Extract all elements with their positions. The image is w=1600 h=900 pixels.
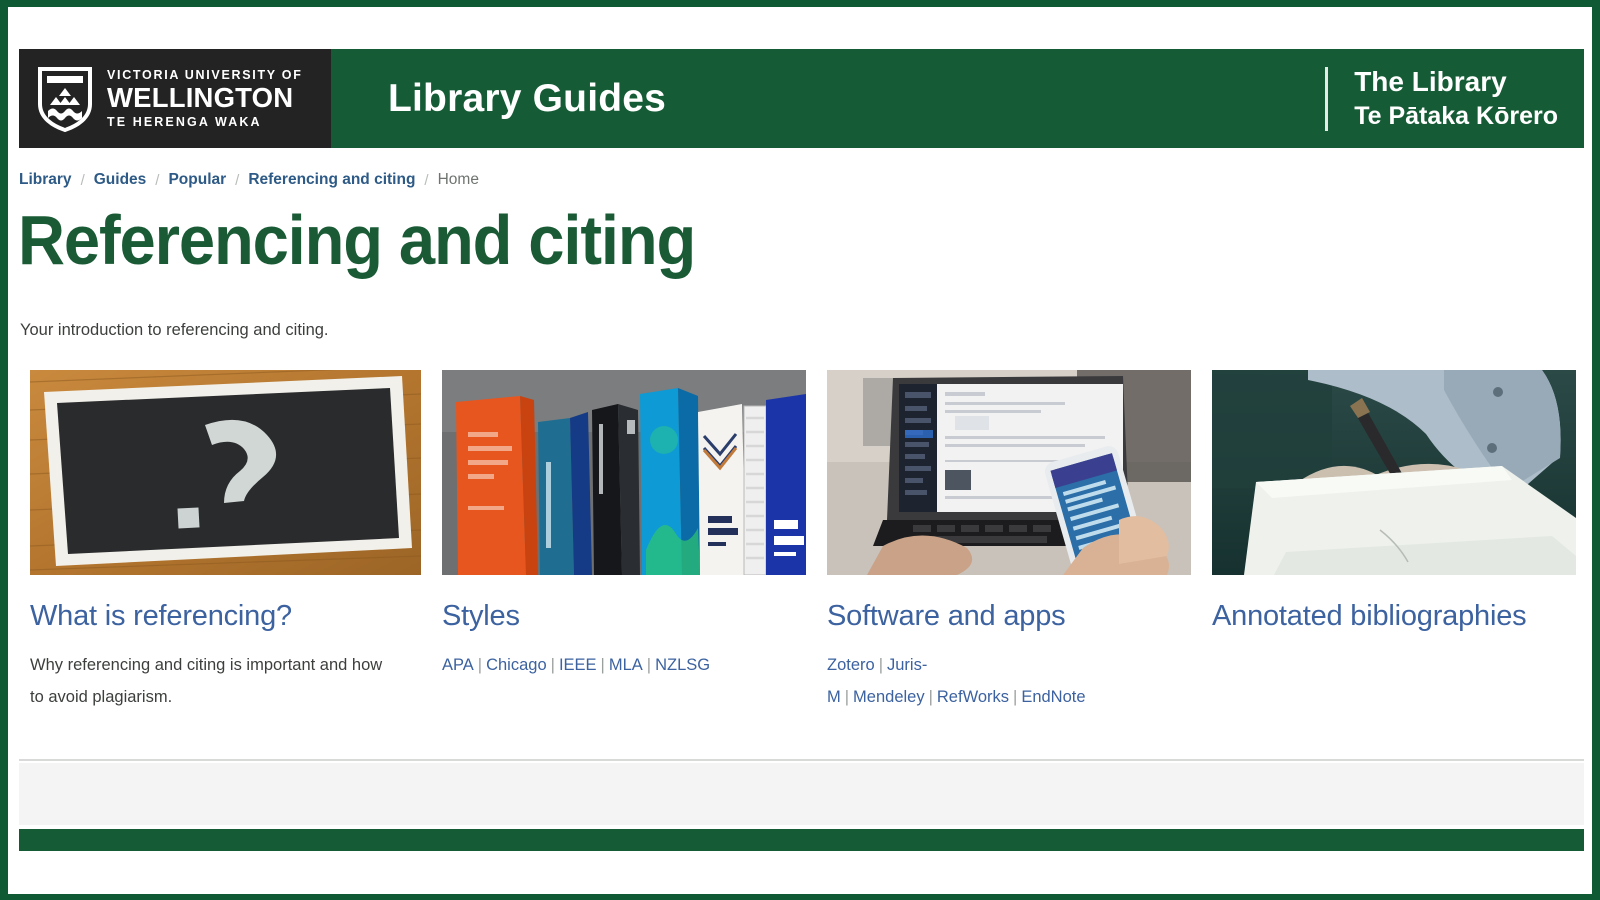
breadcrumb-item-referencing-and-citing[interactable]: Referencing and citing <box>248 171 415 189</box>
image-artwork <box>442 370 806 575</box>
library-name-mi: Te Pātaka Kōrero <box>1354 102 1558 131</box>
card-title-link[interactable]: Styles <box>442 600 806 633</box>
link-separator: | <box>878 656 883 675</box>
card-title-link[interactable]: Annotated bibliographies <box>1212 600 1576 633</box>
software-link-refworks[interactable]: RefWorks <box>937 688 1009 706</box>
link-separator: | <box>844 687 850 706</box>
link-separator: | <box>550 656 555 675</box>
card-title-link[interactable]: Software and apps <box>827 600 1191 633</box>
breadcrumb-separator: / <box>80 171 85 189</box>
style-link-apa[interactable]: APA <box>442 656 474 674</box>
header-bar: VICTORIA UNIVERSITY OF WELLINGTON TE HER… <box>19 49 1584 148</box>
guide-card-grid: What is referencing? Why referencing and… <box>30 370 1576 713</box>
breadcrumb: Library / Guides / Popular / Referencing… <box>19 171 479 189</box>
footer-panel <box>19 763 1584 825</box>
footer-divider <box>19 759 1584 761</box>
breadcrumb-item-library[interactable]: Library <box>19 171 72 189</box>
software-link-mendeley[interactable]: Mendeley <box>853 688 925 706</box>
guide-card: Annotated bibliographies <box>1212 370 1576 713</box>
breadcrumb-item-home: Home <box>437 171 479 188</box>
image-artwork <box>827 370 1191 575</box>
logo-line-2: WELLINGTON <box>107 82 294 114</box>
link-separator: | <box>477 656 483 675</box>
header-divider <box>1325 66 1329 131</box>
logo-line-1: VICTORIA UNIVERSITY OF <box>107 67 303 82</box>
breadcrumb-separator: / <box>235 171 240 189</box>
card-title-link[interactable]: What is referencing? <box>30 600 421 633</box>
style-link-chicago[interactable]: Chicago <box>486 656 547 674</box>
image-artwork <box>1212 370 1576 575</box>
breadcrumb-item-guides[interactable]: Guides <box>94 171 147 189</box>
logo-wordmark: VICTORIA UNIVERSITY OF WELLINGTON TE HER… <box>107 69 303 129</box>
guide-card: Software and apps Zotero | Juris-M | Mendele… <box>827 370 1191 713</box>
site-title: Library Guides <box>388 76 667 120</box>
library-name-en: The Library <box>1354 66 1507 98</box>
university-logo[interactable]: VICTORIA UNIVERSITY OF WELLINGTON TE HER… <box>19 49 331 148</box>
site-header: VICTORIA UNIVERSITY OF WELLINGTON TE HER… <box>19 49 1584 148</box>
breadcrumb-separator: / <box>424 171 429 189</box>
page-intro: Your introduction to referencing and cit… <box>20 321 329 339</box>
shield-crest-icon <box>38 66 92 132</box>
laptop-and-phone-image[interactable] <box>827 370 1191 575</box>
software-link-zotero[interactable]: Zotero <box>827 656 875 674</box>
style-link-ieee[interactable]: IEEE <box>559 656 597 674</box>
software-link-endnote[interactable]: EndNote <box>1021 688 1085 706</box>
site-title-area[interactable]: Library Guides <box>331 49 1325 148</box>
chalkboard-question-mark-image[interactable] <box>30 370 421 575</box>
image-artwork <box>30 370 421 575</box>
card-link-list: APA | Chicago | IEEE | MLA | NZLSG <box>442 650 777 681</box>
person-writing-on-paper-image[interactable] <box>1212 370 1576 575</box>
library-branding[interactable]: The Library Te Pātaka Kōrero <box>1325 49 1584 148</box>
link-separator: | <box>600 656 605 675</box>
breadcrumb-separator: / <box>155 171 160 189</box>
footer-accent-bar <box>19 829 1584 851</box>
breadcrumb-item-popular[interactable]: Popular <box>168 171 226 189</box>
card-description: Why referencing and citing is important … <box>30 656 383 706</box>
page-content: VICTORIA UNIVERSITY OF WELLINGTON TE HER… <box>8 7 1592 894</box>
link-separator: | <box>928 687 933 706</box>
link-separator: | <box>646 656 652 675</box>
guide-card: Styles APA | Chicago | IEEE | MLA | NZLSG <box>442 370 806 713</box>
style-link-mla[interactable]: MLA <box>609 656 643 674</box>
page-title: Referencing and citing <box>18 201 696 279</box>
library-name: The Library Te Pātaka Kōrero <box>1354 64 1558 132</box>
guide-card: What is referencing? Why referencing and… <box>30 370 421 713</box>
style-manual-books-image[interactable] <box>442 370 806 575</box>
logo-line-3: TE HERENGA WAKA <box>107 114 262 129</box>
card-link-list: Zotero | Juris-M | Mendeley | RefWorks | EndNote <box>827 650 1162 713</box>
browser-viewport: VICTORIA UNIVERSITY OF WELLINGTON TE HER… <box>0 0 1600 900</box>
style-link-nzlsg[interactable]: NZLSG <box>655 656 710 674</box>
link-separator: | <box>1013 687 1018 706</box>
